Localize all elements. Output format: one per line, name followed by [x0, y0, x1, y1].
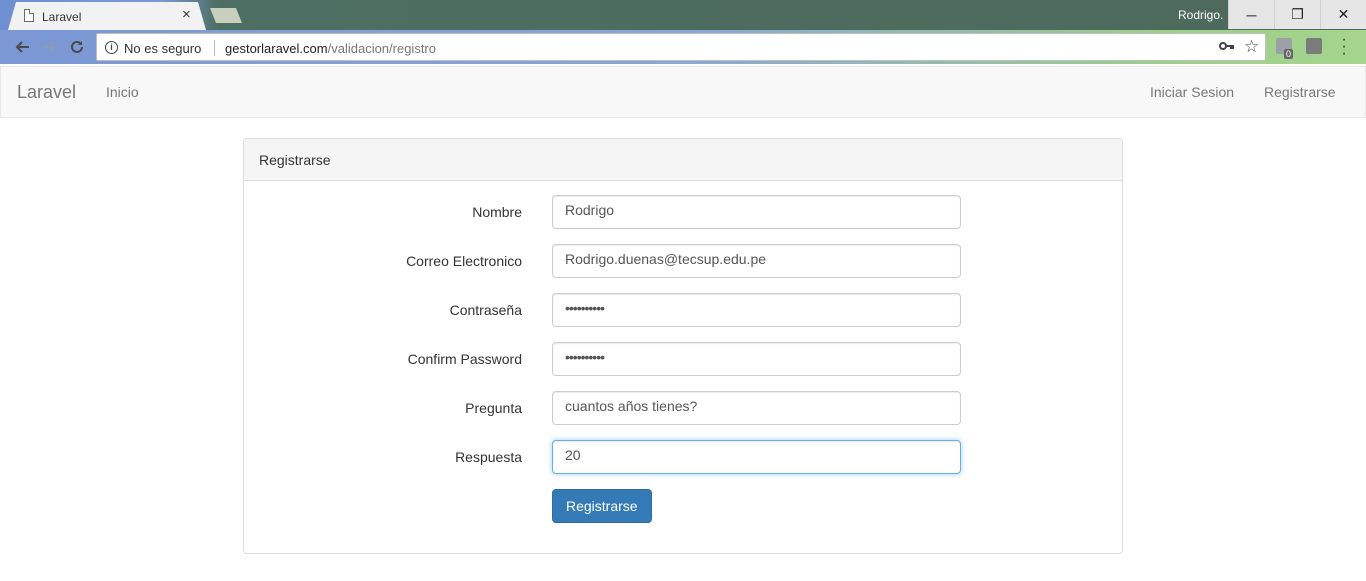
info-icon[interactable]: i [105, 41, 118, 54]
url-text[interactable]: gestorlaravel.com/validacion/registro [225, 41, 436, 56]
minimize-button[interactable]: ─ [1228, 0, 1274, 29]
tab-title: Laravel [42, 10, 82, 24]
question-input[interactable]: cuantos años tienes? [552, 391, 961, 425]
password-label: Contraseña [449, 302, 522, 318]
navbar: Laravel Inicio Iniciar Sesion Registrars… [0, 66, 1366, 118]
confirm-password-label: Confirm Password [407, 351, 522, 367]
name-label: Nombre [472, 204, 522, 220]
extension-bag-icon[interactable] [1306, 38, 1322, 54]
register-panel: Registrarse Nombre Rodrigo Correo Electr… [243, 138, 1123, 554]
browser-tab[interactable]: Laravel × [8, 2, 206, 30]
form-row-name: Nombre Rodrigo [244, 195, 1122, 229]
tab-close-icon[interactable]: × [182, 7, 191, 23]
back-arrow-icon[interactable] [11, 36, 33, 58]
answer-label: Respuesta [455, 449, 522, 465]
address-bar[interactable]: i No es seguro gestorlaravel.com/validac… [96, 33, 1266, 61]
form-row-answer: Respuesta 20 [244, 440, 1122, 474]
browser-toolbar: i No es seguro gestorlaravel.com/validac… [0, 30, 1366, 64]
nav-link-home[interactable]: Inicio [106, 84, 139, 100]
nav-link-login[interactable]: Iniciar Sesion [1150, 84, 1234, 100]
form-row-password: Contraseña •••••••••• [244, 293, 1122, 327]
confirm-password-input[interactable]: •••••••••• [552, 342, 961, 376]
browser-menu-icon[interactable]: · · · [1340, 32, 1348, 62]
reload-icon[interactable] [66, 36, 88, 58]
email-input[interactable]: Rodrigo.duenas@tecsup.edu.pe [552, 244, 961, 278]
browser-title-bar: Laravel × Rodrigo. ─ ❐ ✕ [0, 0, 1366, 30]
page-icon [24, 9, 34, 22]
form-row-question: Pregunta cuantos años tienes? [244, 391, 1122, 425]
restore-button[interactable]: ❐ [1274, 0, 1320, 29]
security-label[interactable]: No es seguro [124, 41, 201, 56]
separator [214, 40, 215, 56]
register-submit-button[interactable]: Registrarse [552, 489, 652, 523]
panel-heading: Registrarse [244, 139, 1122, 181]
key-icon[interactable] [1219, 40, 1235, 55]
navbar-brand[interactable]: Laravel [17, 82, 76, 103]
form-row-confirm-password: Confirm Password •••••••••• [244, 342, 1122, 376]
name-input[interactable]: Rodrigo [552, 195, 961, 229]
password-input[interactable]: •••••••••• [552, 293, 961, 327]
nav-link-register[interactable]: Registrarse [1264, 84, 1336, 100]
new-tab-button[interactable] [210, 8, 242, 23]
extension-badge: 0 [1284, 49, 1294, 59]
profile-name[interactable]: Rodrigo. [1178, 8, 1223, 22]
answer-input[interactable]: 20 [552, 440, 961, 474]
question-label: Pregunta [465, 400, 522, 416]
close-window-button[interactable]: ✕ [1320, 0, 1366, 29]
form-row-email: Correo Electronico Rodrigo.duenas@tecsup… [244, 244, 1122, 278]
email-label: Correo Electronico [406, 253, 522, 269]
bookmark-star-icon[interactable]: ☆ [1244, 37, 1259, 57]
forward-arrow-icon[interactable] [39, 36, 61, 58]
